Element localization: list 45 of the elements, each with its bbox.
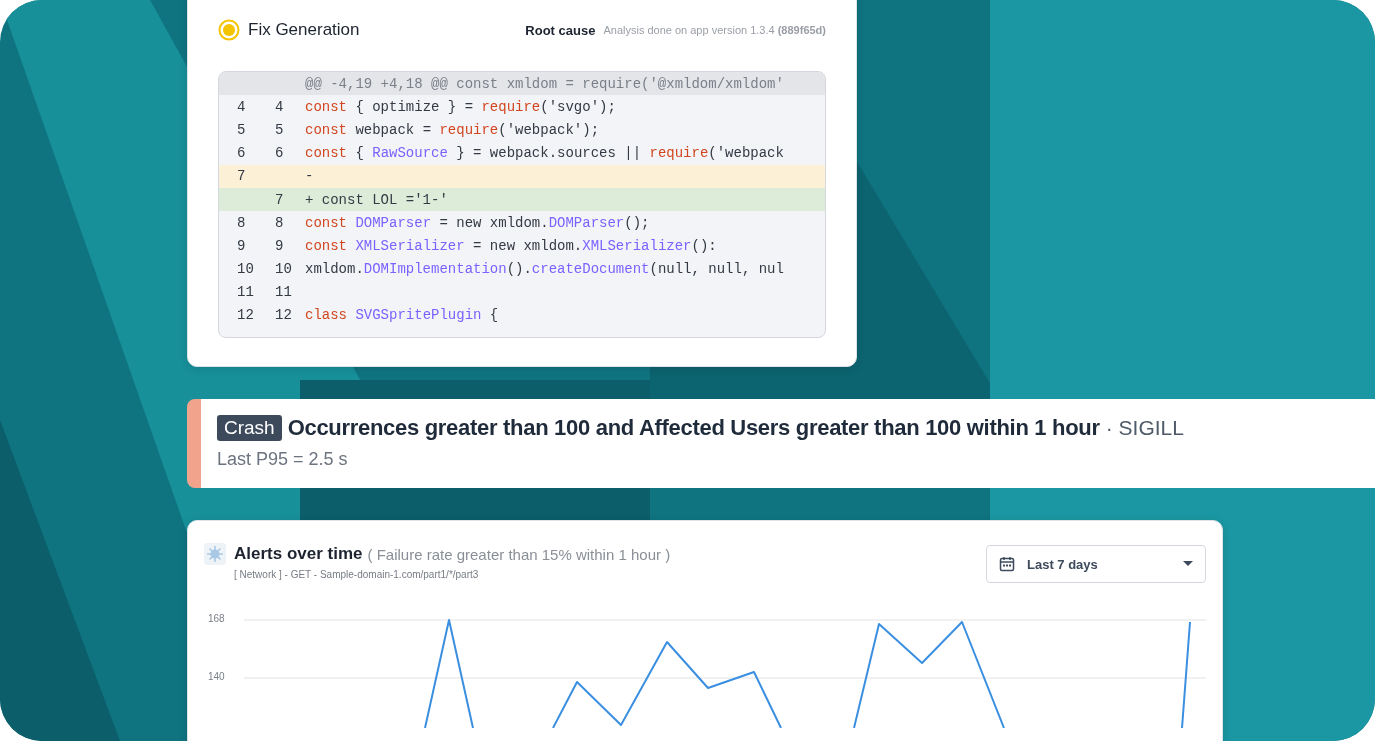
line-number: 7 bbox=[274, 191, 285, 208]
code-line: class SVGSpritePlugin { bbox=[304, 307, 499, 324]
alert-subtitle: Last P95 = 2.5 s bbox=[217, 449, 349, 471]
line-number: 4 bbox=[274, 98, 285, 115]
calendar-icon bbox=[999, 556, 1015, 573]
line-number: 11 bbox=[274, 284, 293, 301]
status-dot-icon bbox=[218, 19, 240, 41]
code-line: xmldom.DOMImplementation().createDocument(null, null, nul bbox=[304, 261, 784, 278]
chart-condition: ( Failure rate greater than 15% within 1 hour ) bbox=[367, 545, 671, 563]
line-number: 11 bbox=[236, 284, 255, 301]
caret-icon bbox=[1183, 561, 1193, 568]
line-number: 7 bbox=[236, 168, 247, 185]
line-number: 12 bbox=[274, 307, 293, 324]
line-number: 5 bbox=[236, 121, 247, 138]
code-line: @@ -4,19 +4,18 @@ const xmldom = require('@xmldom/xmldom' bbox=[304, 75, 784, 92]
line-number: 10 bbox=[236, 261, 255, 278]
card-title: Fix Generation bbox=[248, 20, 360, 40]
alert-title: Occurrences greater than 100 and Affected Users greater than 100 within 1 hour bbox=[287, 415, 1100, 442]
line-number: 8 bbox=[274, 214, 285, 231]
code-line: const XMLSerializer = new xmldom.XMLSerializer(): bbox=[304, 237, 717, 254]
line-number: 6 bbox=[236, 145, 247, 162]
analysis-note: Analysis done on app version 1.3.4 (889f65d) bbox=[603, 24, 826, 36]
code-line: const webpack = require('webpack'); bbox=[304, 121, 600, 138]
code-line: + const LOL ='1-' bbox=[304, 191, 448, 208]
line-number: 5 bbox=[274, 121, 285, 138]
crash-badge: Crash bbox=[217, 415, 282, 442]
line-number: 10 bbox=[274, 261, 293, 278]
line-number: 9 bbox=[236, 237, 247, 254]
line-number: 12 bbox=[236, 307, 255, 324]
code-line: const { RawSource } = webpack.sources || require('webpack bbox=[304, 145, 784, 162]
y-axis-label: 140 bbox=[208, 671, 225, 683]
code-line: const { optimize } = require('svgo'); bbox=[304, 98, 616, 115]
code-line: const DOMParser = new xmldom.DOMParser(); bbox=[304, 214, 650, 231]
line-number: 6 bbox=[274, 145, 285, 162]
y-axis-label: 168 bbox=[208, 613, 225, 625]
chart-subtitle: [ Network ] - GET - Sample-domain-1.com/part1/*/part3 bbox=[233, 569, 480, 581]
sun-icon bbox=[204, 543, 226, 566]
line-number: 4 bbox=[236, 98, 247, 115]
line-number: 8 bbox=[236, 214, 247, 231]
code-line: - bbox=[304, 168, 314, 185]
signal-label: · SIGILL bbox=[1105, 416, 1184, 441]
chart-title: Alerts over time bbox=[234, 544, 363, 565]
root-cause-label: Root cause bbox=[525, 22, 596, 38]
date-range-dropdown[interactable]: Last 7 days bbox=[986, 545, 1206, 584]
line-number: 9 bbox=[274, 237, 285, 254]
